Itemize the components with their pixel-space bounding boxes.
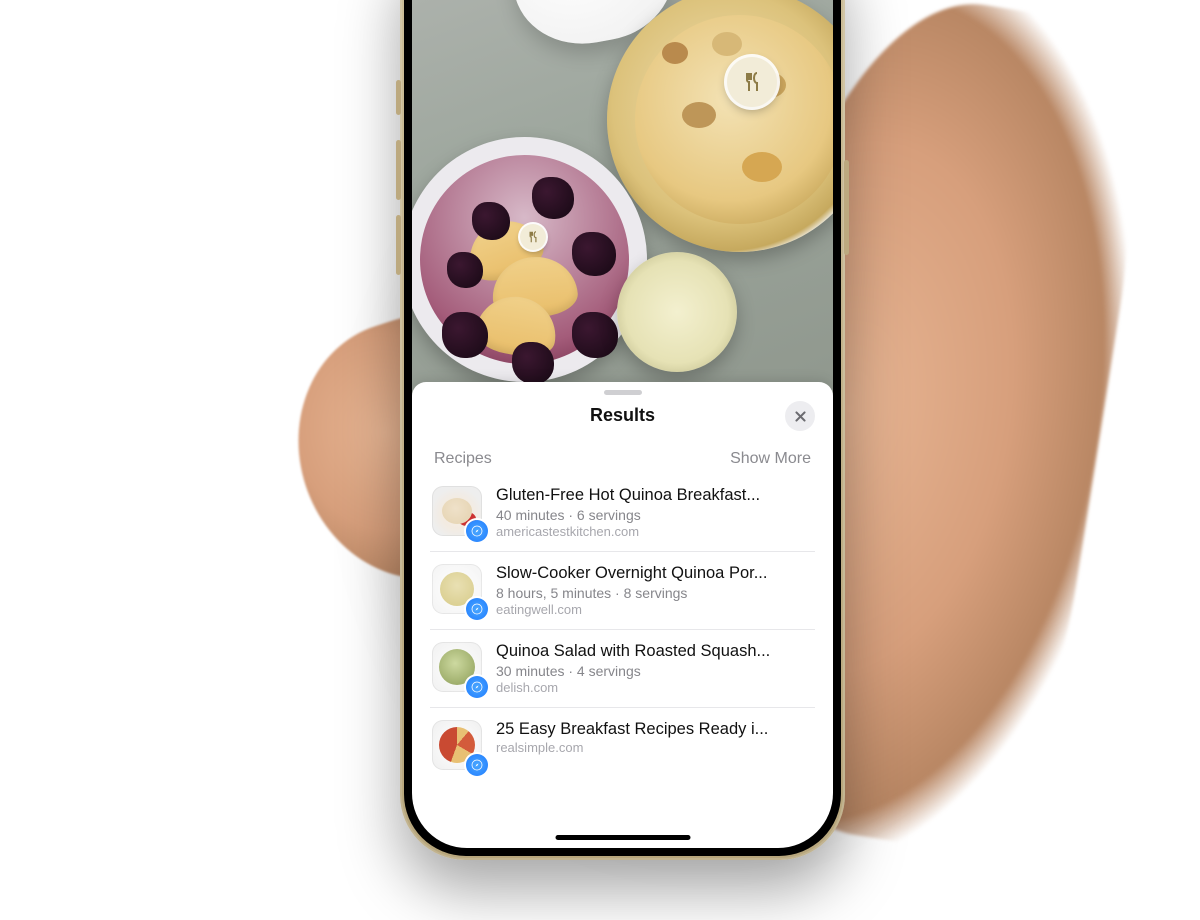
- result-subtitle: 40 minutes · 6 servings: [496, 507, 813, 523]
- result-row[interactable]: 25 Easy Breakfast Recipes Ready i... rea…: [430, 707, 815, 782]
- utensils-icon: [740, 70, 764, 94]
- close-button[interactable]: [785, 401, 815, 431]
- sheet-grabber[interactable]: [604, 390, 642, 395]
- results-list: Gluten-Free Hot Quinoa Breakfast... 40 m…: [412, 474, 833, 782]
- result-row[interactable]: Gluten-Free Hot Quinoa Breakfast... 40 m…: [430, 474, 815, 551]
- home-indicator[interactable]: [555, 835, 690, 840]
- result-source: americastestkitchen.com: [496, 524, 813, 539]
- result-title: Quinoa Salad with Roasted Squash...: [496, 642, 813, 661]
- close-icon: [794, 410, 807, 423]
- result-title: 25 Easy Breakfast Recipes Ready i...: [496, 720, 813, 739]
- result-source: delish.com: [496, 680, 813, 695]
- safari-icon: [466, 754, 488, 776]
- visual-lookup-photo: [412, 0, 833, 412]
- screen: Results Recipes Show More: [412, 0, 833, 848]
- results-sheet: Results Recipes Show More: [412, 382, 833, 848]
- visual-lookup-badge[interactable]: [520, 224, 546, 250]
- utensils-icon: [526, 230, 540, 244]
- visual-lookup-badge[interactable]: [727, 57, 777, 107]
- result-source: eatingwell.com: [496, 602, 813, 617]
- safari-icon: [466, 676, 488, 698]
- safari-icon: [466, 520, 488, 542]
- result-row[interactable]: Slow-Cooker Overnight Quinoa Por... 8 ho…: [430, 551, 815, 629]
- result-title: Gluten-Free Hot Quinoa Breakfast...: [496, 486, 813, 505]
- result-subtitle: 30 minutes · 4 servings: [496, 663, 813, 679]
- safari-icon: [466, 598, 488, 620]
- result-subtitle: 8 hours, 5 minutes · 8 servings: [496, 585, 813, 601]
- section-title: Recipes: [434, 450, 492, 468]
- show-more-button[interactable]: Show More: [730, 450, 811, 468]
- sheet-title: Results: [590, 405, 655, 426]
- result-source: realsimple.com: [496, 740, 813, 755]
- result-title: Slow-Cooker Overnight Quinoa Por...: [496, 564, 813, 583]
- result-row[interactable]: Quinoa Salad with Roasted Squash... 30 m…: [430, 629, 815, 707]
- iphone-device-frame: Results Recipes Show More: [400, 0, 845, 860]
